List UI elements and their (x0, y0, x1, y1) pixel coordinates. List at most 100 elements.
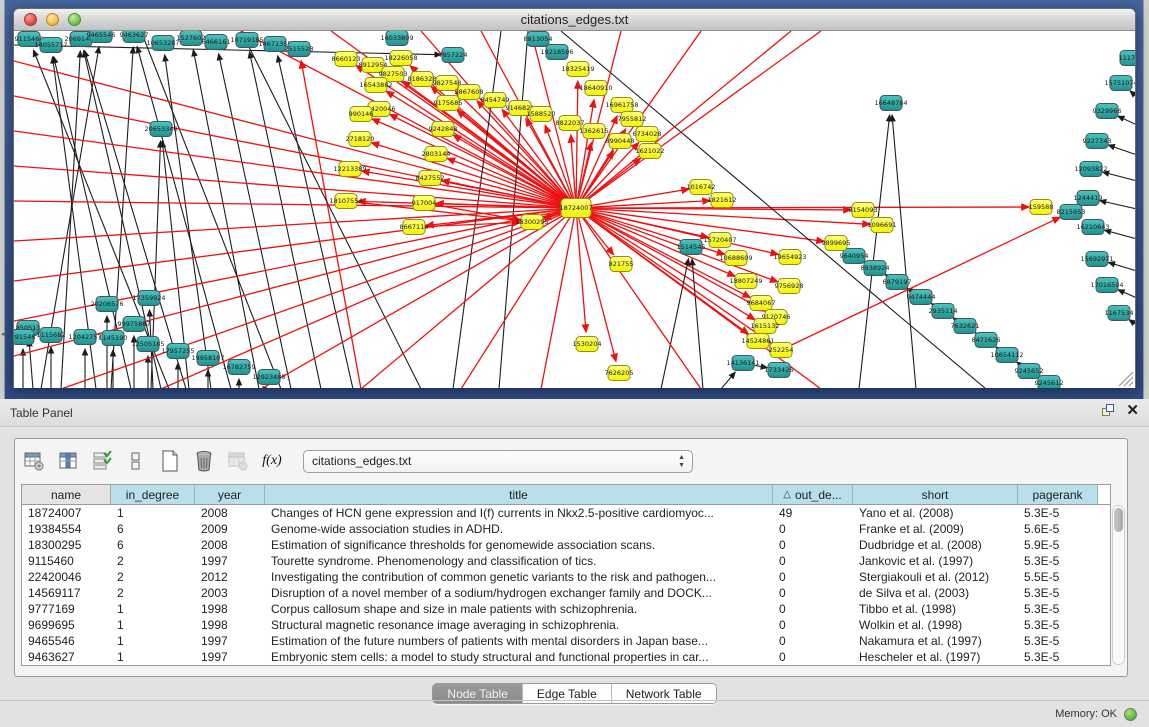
graph-node-1733426[interactable]: 1733426 (765, 363, 794, 378)
graph-node-16782759[interactable]: 16782759 (222, 360, 255, 375)
table-cell[interactable]: 0 (773, 538, 853, 552)
select-rows-icon[interactable] (91, 449, 113, 473)
graph-node-9154093[interactable]: 9154093 (849, 203, 878, 218)
graph-node-2803144[interactable]: 2803144 (422, 147, 451, 162)
graph-node-16210643[interactable]: 16210643 (1076, 220, 1109, 235)
graph-node-10688609[interactable]: 10688609 (719, 251, 752, 266)
table-cell[interactable]: Genome-wide association studies in ADHD. (265, 522, 773, 536)
graph-node-9474444[interactable]: 9474444 (907, 290, 936, 305)
citation-edge-black[interactable] (1103, 172, 1135, 181)
table-row[interactable]: 1830029562008Estimation of significance … (22, 537, 1110, 553)
graph-node-7955812[interactable]: 7955812 (618, 112, 647, 127)
graph-node-19654923[interactable]: 19654923 (773, 250, 806, 265)
graph-node-8990448[interactable]: 8990448 (606, 134, 635, 149)
graph-node-1115682[interactable]: 1115682 (37, 328, 66, 343)
column-header-title[interactable]: title (265, 485, 773, 504)
citation-edge-black[interactable] (499, 31, 528, 388)
table-cell[interactable]: 0 (773, 586, 853, 600)
table-cell[interactable]: 0 (773, 634, 853, 648)
graph-node-1514545[interactable]: 1514545 (677, 240, 706, 255)
table-cell[interactable]: Estimation of significance thresholds fo… (265, 538, 773, 552)
graph-node-12093822[interactable]: 12093822 (1074, 162, 1107, 177)
citation-edge-black[interactable] (1118, 116, 1135, 125)
table-cell[interactable]: 14569117 (22, 586, 111, 600)
citation-edge-black[interactable] (1130, 91, 1135, 97)
table-cell[interactable]: 5.3E-5 (1018, 586, 1098, 600)
graph-node-9175685[interactable]: 9175685 (434, 96, 463, 111)
table-row[interactable]: 2242004622012Investigating the contribut… (22, 569, 1110, 585)
graph-node-7515528[interactable]: 7515528 (285, 42, 314, 57)
graph-node-2718120[interactable]: 2718120 (346, 132, 375, 147)
table-cell[interactable]: 5.5E-5 (1018, 570, 1098, 584)
table-cell[interactable]: Investigating the contribution of common… (265, 570, 773, 584)
close-panel-icon[interactable]: ✕ (1126, 404, 1139, 418)
table-cell[interactable]: 2003 (195, 586, 265, 600)
graph-node-8660123[interactable]: 8660123 (332, 52, 361, 67)
column-header-pagerank[interactable]: pagerank (1018, 485, 1098, 504)
table-cell[interactable]: Jankovic et al. (1997) (853, 554, 1018, 568)
graph-node-1145190[interactable]: 1145190 (99, 331, 128, 346)
graph-node-8938924[interactable]: 8938924 (861, 261, 890, 276)
table-cell[interactable]: 2012 (195, 570, 265, 584)
table-cell[interactable]: 5.3E-5 (1018, 618, 1098, 632)
graph-node-12213389[interactable]: 12213389 (333, 162, 366, 177)
table-row[interactable]: 969969511998Structural magnetic resonanc… (22, 617, 1110, 633)
table-cell[interactable]: 1 (111, 634, 195, 648)
table-cell[interactable]: Nakamura et al. (1997) (853, 634, 1018, 648)
network-view-window[interactable]: citations_edges.txt 91154601405571720691… (13, 8, 1136, 388)
graph-node-12042757[interactable]: 12042757 (68, 330, 101, 345)
graph-node-1530204[interactable]: 1530204 (573, 337, 602, 352)
graph-node-821755[interactable]: 821755 (609, 257, 634, 272)
table-row[interactable]: 1872400712008Changes of HCN gene express… (22, 505, 1110, 521)
graph-node-16961758[interactable]: 16961758 (605, 98, 638, 113)
table-cell[interactable]: Stergiakouli et al. (2012) (853, 570, 1018, 584)
function-builder-icon[interactable]: f(x) (261, 449, 283, 473)
graph-node-8813054[interactable]: 8813054 (524, 32, 553, 47)
table-cell[interactable]: 1 (111, 650, 195, 664)
panel-collapse-icon[interactable]: ◂ (1, 330, 5, 338)
table-cell[interactable]: de Silva et al. (2003) (853, 586, 1018, 600)
table-cell[interactable]: 22420046 (22, 570, 111, 584)
table-row[interactable]: 946554611997Estimation of the future num… (22, 633, 1110, 649)
graph-node-2935114[interactable]: 2935114 (929, 304, 958, 319)
table-cell[interactable]: 1997 (195, 554, 265, 568)
citation-edge-red[interactable] (14, 96, 576, 208)
citation-edge-red[interactable] (14, 131, 576, 208)
table-row[interactable]: 1938455462009Genome-wide association stu… (22, 521, 1110, 537)
table-row[interactable]: 1456911722003Disruption of a novel membe… (22, 585, 1110, 601)
graph-node-159588[interactable]: 159588 (1029, 200, 1054, 215)
graph-node-12505185[interactable]: 12505185 (131, 337, 164, 352)
table-cell[interactable]: 0 (773, 602, 853, 616)
citation-edge-black[interactable] (1129, 320, 1135, 325)
table-cell[interactable]: 1 (111, 506, 195, 520)
table-cell[interactable]: 6 (111, 522, 195, 536)
table-cell[interactable]: Embryonic stem cells: a model to study s… (265, 650, 773, 664)
graph-node-15751074[interactable]: 15751074 (1104, 76, 1135, 91)
graph-node-15720407[interactable]: 15720407 (703, 233, 736, 248)
graph-node-17957255[interactable]: 17957255 (161, 344, 194, 359)
table-cell[interactable]: 1997 (195, 634, 265, 648)
graph-node-1167534[interactable]: 1167534 (1105, 306, 1134, 321)
table-cell[interactable]: 1 (111, 618, 195, 632)
table-cell[interactable]: Yano et al. (2008) (853, 506, 1018, 520)
table-cell[interactable]: 2009 (195, 522, 265, 536)
graph-node-1016742[interactable]: 1016742 (687, 180, 716, 195)
citation-edge-black[interactable] (249, 52, 321, 388)
table-settings-icon[interactable] (23, 449, 45, 473)
citation-edge-black[interactable] (692, 259, 703, 388)
graph-node-16648784[interactable]: 16648784 (874, 96, 907, 111)
new-document-icon[interactable] (159, 449, 181, 473)
column-header-name[interactable]: name (22, 485, 111, 504)
graph-node-9242848[interactable]: 9242848 (429, 122, 458, 137)
network-graph-canvas[interactable]: 9115460140557172069140694655469463627106… (14, 31, 1135, 388)
delete-icon[interactable] (193, 449, 215, 473)
table-row[interactable]: 977716911998Corpus callosum shape and si… (22, 601, 1110, 617)
table-cell[interactable]: Tourette syndrome. Phenomenology and cla… (265, 554, 773, 568)
table-cell[interactable]: 9699695 (22, 618, 111, 632)
graph-node-9899695[interactable]: 9899695 (822, 236, 851, 251)
table-cell[interactable]: 5.3E-5 (1018, 650, 1098, 664)
table-cell[interactable]: 2 (111, 586, 195, 600)
citation-edge-red[interactable] (781, 217, 1060, 350)
table-cell[interactable]: 1998 (195, 618, 265, 632)
column-header-short[interactable]: short (853, 485, 1018, 504)
